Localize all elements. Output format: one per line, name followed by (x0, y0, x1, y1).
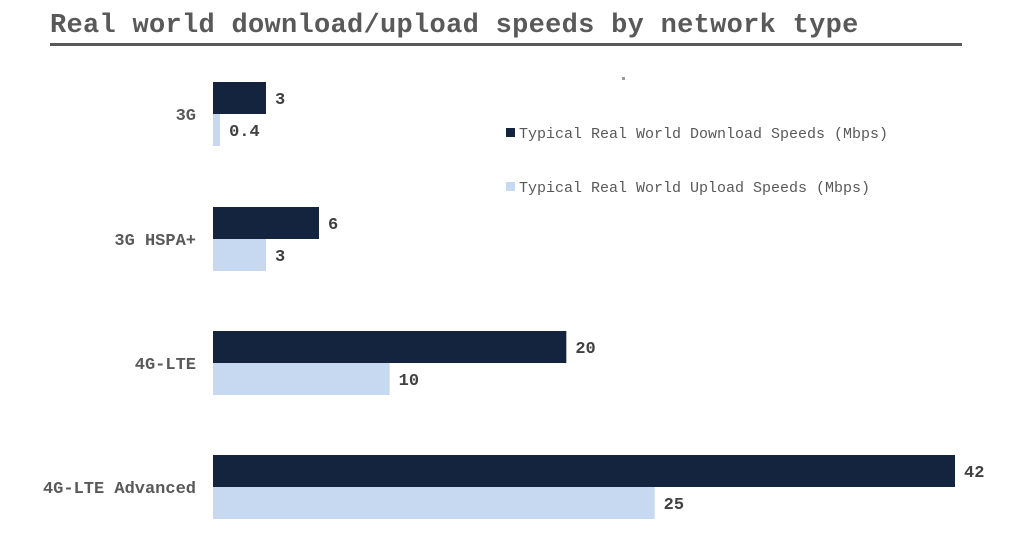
category-label: 3G HSPA+ (114, 232, 196, 251)
legend-label: Typical Real World Download Speeds (Mbps… (519, 126, 888, 143)
upload-bar (213, 363, 390, 395)
stray-dot (622, 77, 625, 80)
value-label: 10 (399, 372, 419, 391)
value-label: 6 (328, 216, 338, 235)
download-bar (213, 207, 319, 239)
value-label: 0.4 (229, 123, 260, 142)
upload-bar (213, 114, 221, 146)
value-label: 3 (275, 248, 285, 267)
category-label: 4G-LTE (135, 356, 196, 375)
bar-chart: 3G 3 0.4 3G HSPA+ 6 3 4G-LTE 20 10 4G-LTE Advance… (43, 77, 984, 519)
download-bar (213, 331, 567, 363)
legend-swatch (506, 182, 515, 191)
value-label: 20 (575, 340, 595, 359)
legend: Typical Real World Download Speeds (Mbps… (506, 126, 888, 197)
download-bar (213, 82, 266, 114)
legend-label: Typical Real World Upload Speeds (Mbps) (519, 180, 870, 197)
value-label: 42 (964, 464, 984, 483)
category-label: 3G (176, 107, 196, 126)
upload-bar (213, 487, 655, 519)
value-label: 25 (664, 496, 684, 515)
value-label: 3 (275, 91, 285, 110)
upload-bar (213, 239, 266, 271)
download-bar (213, 455, 955, 487)
category-label: 4G-LTE Advanced (43, 480, 196, 499)
legend-swatch (506, 128, 515, 137)
